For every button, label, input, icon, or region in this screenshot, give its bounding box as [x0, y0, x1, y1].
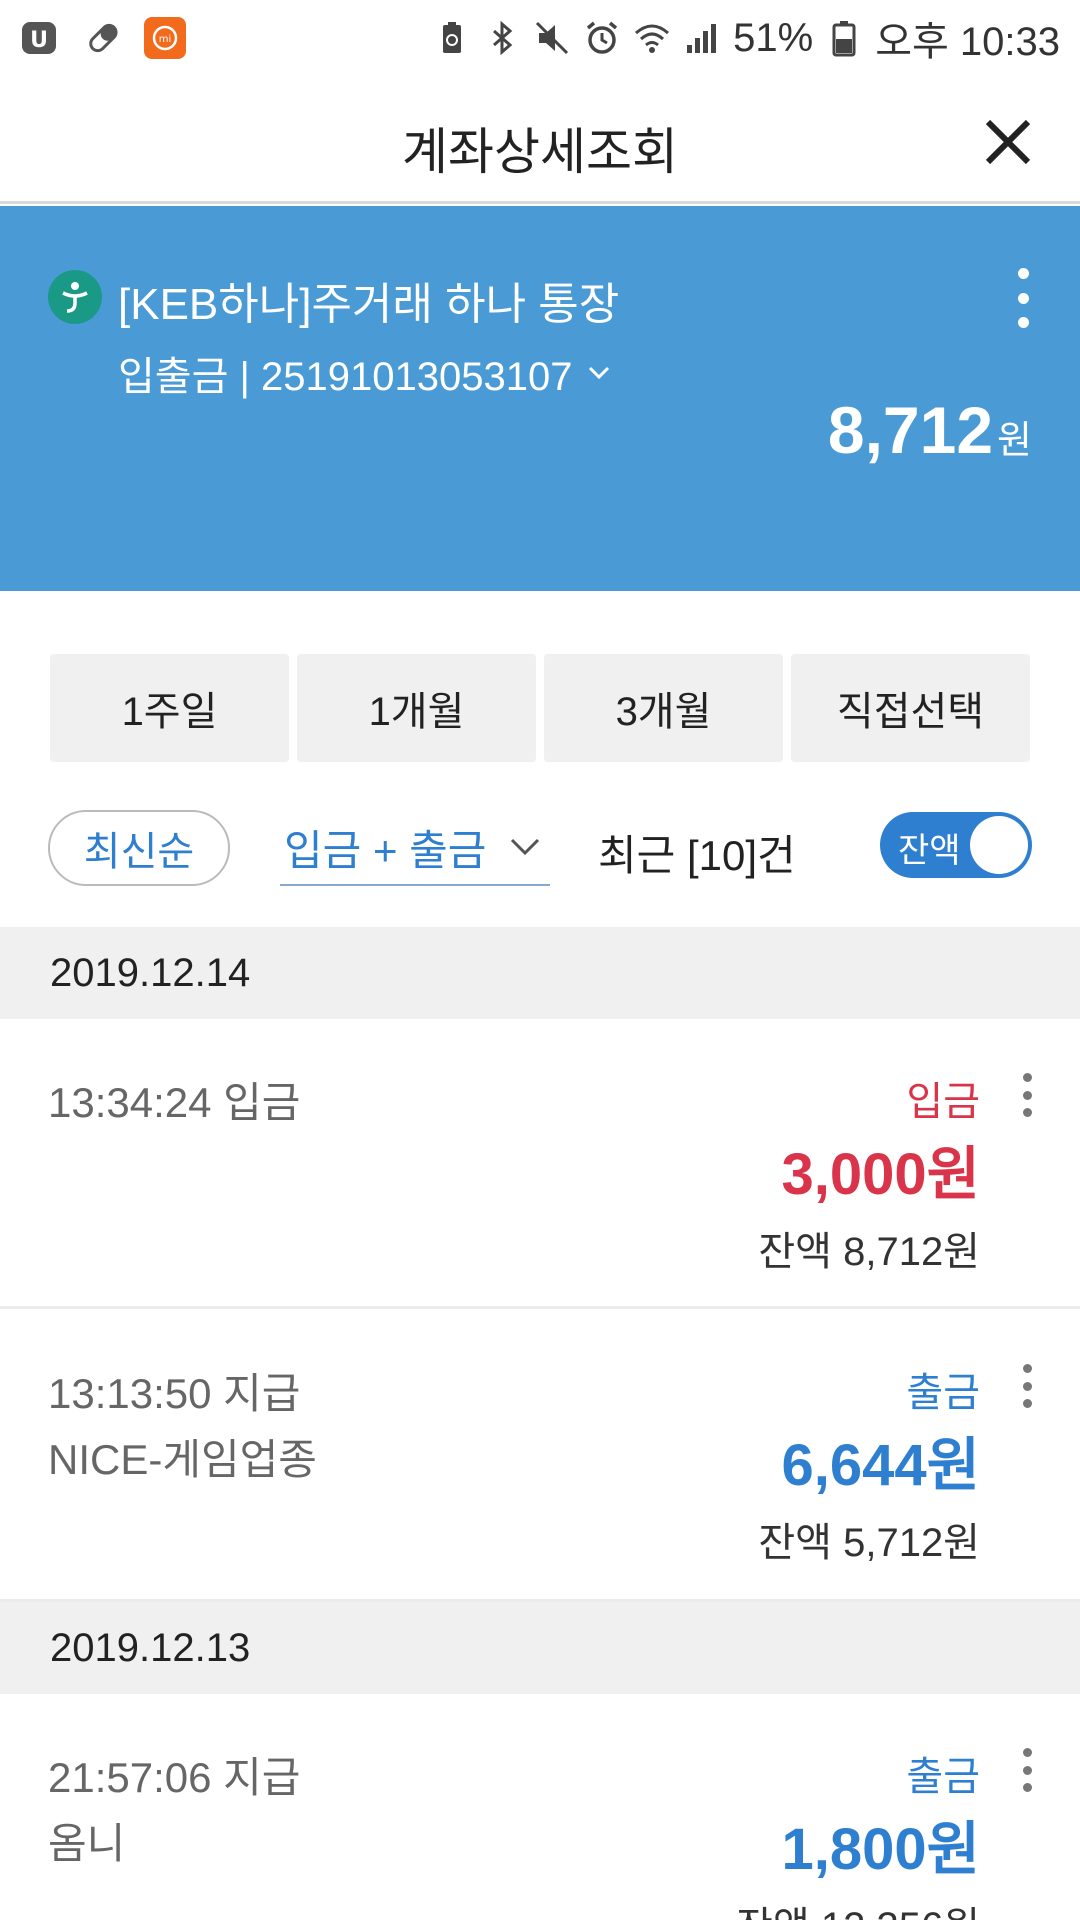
account-selector[interactable]: 입출금 | 25191013053107 [118, 344, 616, 402]
account-card: [KEB하나]주거래 하나 통장 입출금 | 25191013053107 8,… [0, 206, 1080, 591]
account-name: [KEB하나]주거래 하나 통장 [118, 280, 620, 329]
period-selector: 1주일 1개월 3개월 직접선택 [50, 654, 1030, 762]
transaction-row[interactable]: 13:13:50 지급 NICE-게임업종 출금 6,644원 잔액 5,712… [0, 1310, 1080, 1602]
signal-icon [683, 19, 721, 57]
transaction-balance: 잔액 5,712원 [758, 1521, 980, 1565]
more-vertical-icon [1022, 1073, 1032, 1082]
toggle-knob [970, 816, 1028, 874]
bank-logo-icon [48, 270, 102, 324]
status-bar: U mi 51% 오후 10:33 [0, 0, 1080, 76]
alarm-icon [583, 19, 621, 57]
period-custom-button[interactable]: 직접선택 [791, 654, 1030, 762]
transaction-amount: 6,644원 [781, 1433, 980, 1498]
transaction-time: 21:57:06 지급 [48, 1754, 301, 1801]
transaction-time: 13:34:24 입금 [48, 1079, 301, 1126]
svg-text:mi: mi [159, 34, 172, 45]
transaction-balance: 잔액 12,356원 [736, 1894, 980, 1920]
recent-count: 최근 [10]건 [598, 832, 796, 879]
balance-unit: 원 [997, 420, 1032, 462]
balance-toggle-label: 잔액 [898, 832, 961, 870]
filter-row: 최신순 입금 + 출금 최근 [10]건 잔액 [48, 808, 1032, 888]
mi-icon: mi [144, 17, 186, 59]
transaction-row[interactable]: 21:57:06 지급 옴니 출금 1,800원 잔액 12,356원 [0, 1694, 1080, 1920]
bluetooth-icon [483, 19, 521, 57]
sort-button[interactable]: 최신순 [48, 810, 230, 886]
battery-percent: 51% [733, 15, 814, 60]
transaction-more-button[interactable] [1014, 1364, 1040, 1408]
date-header: 2019.12.13 [0, 1602, 1080, 1694]
transaction-amount: 3,000원 [781, 1142, 980, 1207]
transaction-kind: 출금 [906, 1371, 980, 1415]
account-more-button[interactable] [1010, 268, 1036, 328]
transaction-balance: 잔액 8,712원 [758, 1230, 980, 1274]
wifi-icon [633, 19, 671, 57]
chevron-down-icon [589, 366, 610, 380]
page-title: 계좌상세조회 [402, 124, 678, 180]
account-type-number: 입출금 | 25191013053107 [118, 355, 573, 399]
battery-icon [825, 19, 863, 57]
transaction-row[interactable]: 13:34:24 입금 입금 3,000원 잔액 8,712원 [0, 1019, 1080, 1309]
balance-toggle[interactable]: 잔액 [880, 812, 1032, 878]
close-button[interactable] [978, 112, 1038, 172]
period-1-week-button[interactable]: 1주일 [50, 654, 289, 762]
pill-icon [82, 18, 122, 58]
transaction-description: 옴니 [48, 1820, 126, 1867]
period-3-months-button[interactable]: 3개월 [544, 654, 783, 762]
more-vertical-icon [1022, 1364, 1032, 1373]
transaction-more-button[interactable] [1014, 1073, 1040, 1117]
u-plus-icon: U [20, 18, 60, 58]
more-vertical-icon [1022, 1748, 1032, 1757]
mute-icon [533, 19, 571, 57]
date-header: 2019.12.14 [0, 927, 1080, 1019]
close-icon [985, 119, 1031, 165]
svg-text:U: U [30, 28, 48, 53]
app-header: 계좌상세조회 [0, 76, 1080, 204]
period-1-month-button[interactable]: 1개월 [297, 654, 536, 762]
chevron-down-icon [511, 838, 540, 856]
transaction-time: 13:13:50 지급 [48, 1370, 301, 1417]
transaction-amount: 1,800원 [781, 1817, 980, 1882]
transaction-description: NICE-게임업종 [48, 1436, 317, 1483]
account-balance: 8,712 원 [828, 392, 1032, 468]
transaction-kind: 입금 [906, 1080, 980, 1124]
clock: 오후 10:33 [875, 20, 1060, 64]
transaction-type-select[interactable]: 입금 + 출금 [280, 810, 550, 886]
transaction-kind: 출금 [906, 1755, 980, 1799]
transaction-type-value: 입금 + 출금 [284, 826, 487, 874]
transaction-more-button[interactable] [1014, 1748, 1040, 1792]
battery-saver-icon [433, 19, 471, 57]
balance-amount: 8,712 [827, 393, 994, 467]
more-vertical-icon [1017, 268, 1029, 279]
